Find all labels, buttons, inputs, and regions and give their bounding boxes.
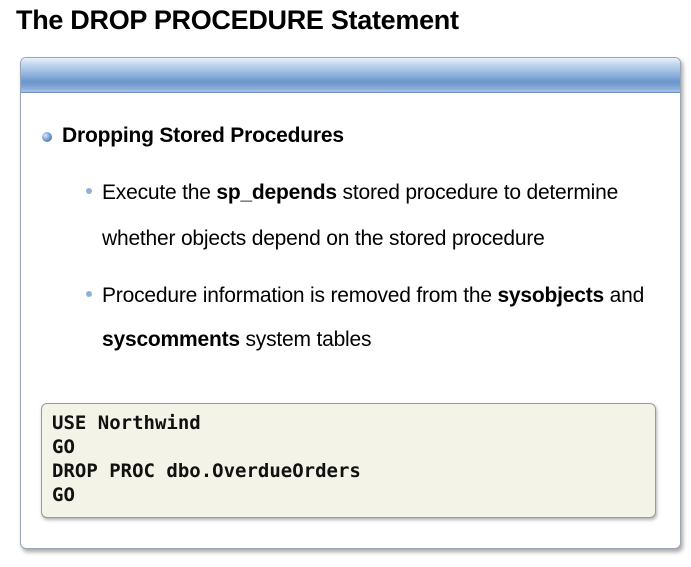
- code-line: DROP PROC dbo.OverdueOrders: [52, 460, 361, 482]
- panel-header-bar: [21, 58, 680, 93]
- sub-bullet-2-keyword-2: syscomments: [102, 328, 240, 351]
- sub-bullet-1-text-post: stored procedure to determine: [336, 181, 619, 204]
- sub-bullet-icon: [86, 291, 92, 297]
- main-bullet-heading: Dropping Stored Procedures: [62, 124, 344, 147]
- sub-bullet-2-line-2: syscomments system tables: [102, 326, 371, 354]
- sub-bullet-2-text-end: system tables: [239, 328, 372, 351]
- sub-bullet-icon: [86, 188, 92, 194]
- sub-bullet-2-line-1: Procedure information is removed from th…: [102, 282, 644, 310]
- sub-bullet-1-text-pre: Execute the: [102, 181, 217, 204]
- code-line: USE Northwind: [52, 412, 201, 434]
- sub-bullet-2-text-pre: Procedure information is removed from th…: [102, 284, 498, 307]
- sub-bullet-1-line-2: whether objects depend on the stored pro…: [102, 227, 545, 250]
- sub-bullet-1-keyword: sp_depends: [216, 181, 337, 204]
- page-title: The DROP PROCEDURE Statement: [16, 5, 459, 35]
- sub-bullet-2-text-post: and: [604, 284, 645, 307]
- bullet-icon: [42, 132, 52, 142]
- sub-bullet-1-line-1: Execute the sp_depends stored procedure …: [102, 179, 618, 207]
- code-line: GO: [52, 484, 75, 506]
- code-line: GO: [52, 436, 75, 458]
- sub-bullet-2-keyword-1: sysobjects: [497, 284, 605, 307]
